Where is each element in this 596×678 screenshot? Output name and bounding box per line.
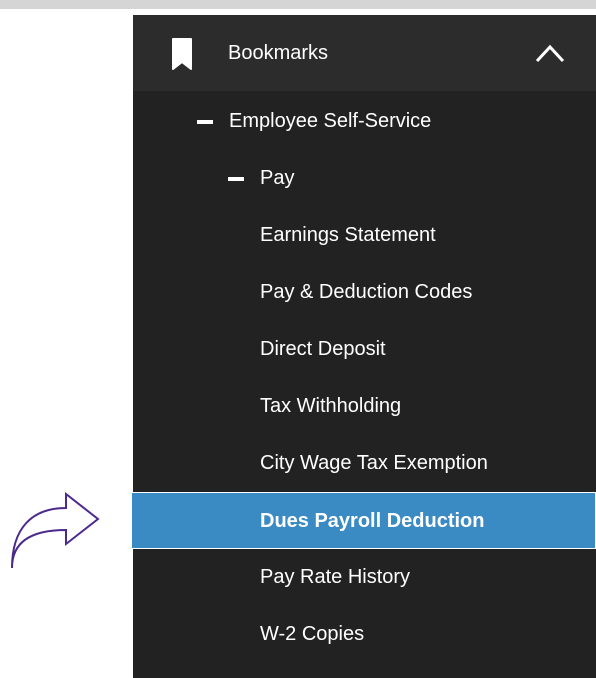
- bookmark-item-pay-rate-history[interactable]: Pay Rate History: [133, 549, 596, 606]
- bookmark-item-earnings-statement[interactable]: Earnings Statement: [133, 207, 596, 264]
- bookmarks-title: Bookmarks: [228, 42, 329, 64]
- bookmark-item-label: Dues Payroll Deduction: [260, 510, 485, 532]
- bookmark-item-label: Pay Rate History: [260, 566, 411, 588]
- curved-arrow-icon: [11, 492, 100, 569]
- bookmarks-header[interactable]: Bookmarks: [133, 15, 596, 91]
- chevron-up-icon[interactable]: [533, 38, 567, 68]
- tree-group-label: Employee Self-Service: [229, 110, 432, 132]
- bookmark-item-label: Tax Withholding: [260, 395, 402, 417]
- bookmark-item-label: Earnings Statement: [260, 224, 436, 246]
- bookmark-item-label: City Wage Tax Exemption: [260, 452, 488, 474]
- bookmark-item-w2-copies[interactable]: W-2 Copies: [133, 606, 596, 663]
- collapse-dash-icon: [197, 120, 213, 124]
- tree-subgroup-label: Pay: [260, 167, 295, 189]
- bookmark-icon: [172, 38, 192, 70]
- bookmark-item-direct-deposit[interactable]: Direct Deposit: [133, 321, 596, 378]
- tree-group-employee-self-service[interactable]: Employee Self-Service: [133, 93, 596, 150]
- top-strip: [0, 0, 596, 9]
- tree-subgroup-pay[interactable]: Pay: [133, 150, 596, 207]
- bookmark-item-dues-payroll-deduction[interactable]: Dues Payroll Deduction: [131, 492, 596, 549]
- collapse-dash-icon: [228, 177, 244, 181]
- bookmark-item-tax-withholding[interactable]: Tax Withholding: [133, 378, 596, 435]
- bookmark-item-label: Direct Deposit: [260, 338, 386, 360]
- bookmark-item-city-wage-tax-exemption[interactable]: City Wage Tax Exemption: [133, 435, 596, 492]
- bookmark-item-label: W-2 Copies: [260, 623, 365, 645]
- bookmarks-panel: Bookmarks Employee Self-Service Pay Earn…: [131, 15, 596, 678]
- bookmark-item-label: Pay & Deduction Codes: [260, 281, 473, 303]
- bookmark-item-pay-deduction-codes[interactable]: Pay & Deduction Codes: [133, 264, 596, 321]
